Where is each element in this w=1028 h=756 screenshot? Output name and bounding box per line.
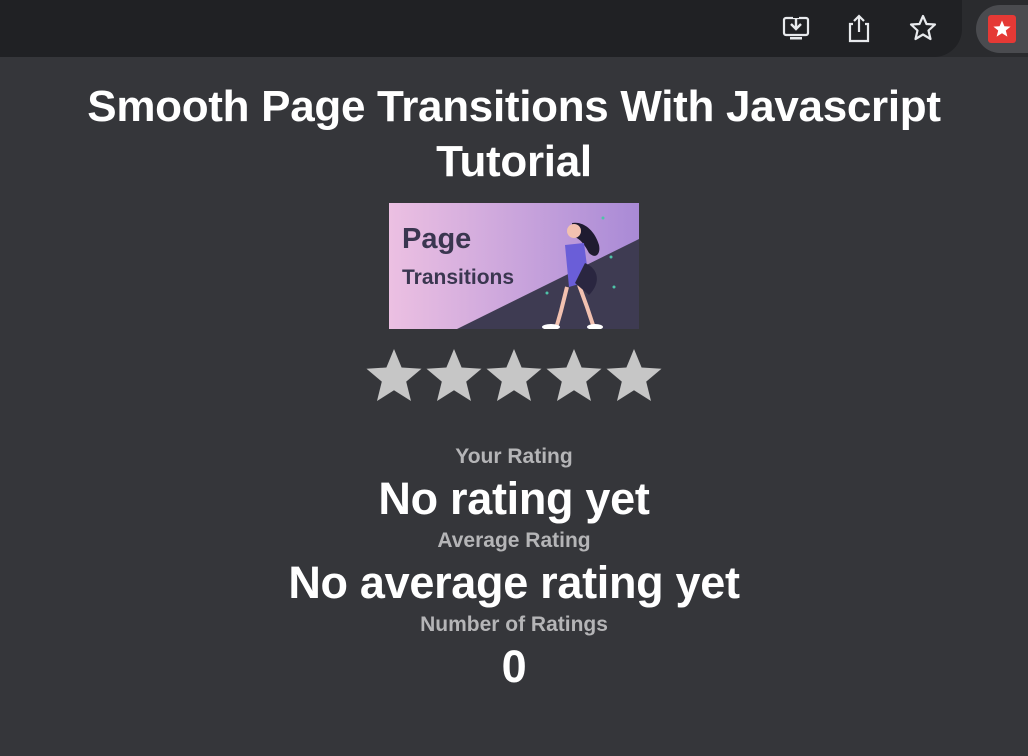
your-rating-label: Your Rating [455,445,573,468]
your-rating-value: No rating yet [378,473,650,524]
star-1-icon[interactable] [365,347,423,405]
average-rating-value: No average rating yet [288,557,740,608]
star-2-icon[interactable] [425,347,483,405]
browser-toolbar [0,0,1028,57]
install-icon[interactable] [780,12,812,44]
star-5-icon[interactable] [605,347,663,405]
thumbnail-title-line2: Transitions [402,266,515,289]
bookmark-star-icon[interactable] [907,12,939,44]
star-rating[interactable] [364,347,664,407]
star-4-icon[interactable] [545,347,603,405]
tutorial-thumbnail: Page Transitions [389,203,639,329]
star-3-icon[interactable] [485,347,543,405]
average-rating-label: Average Rating [437,529,591,552]
extension-star-icon [988,15,1016,43]
share-icon[interactable] [843,12,875,44]
thumbnail-title-line1: Page [402,223,472,255]
rating-count-label: Number of Ratings [420,613,608,636]
extension-button[interactable] [976,5,1028,53]
rating-count-value: 0 [501,641,527,692]
page-title: Smooth Page Transitions With Javascript … [87,82,941,186]
page-content: Smooth Page Transitions With Javascript … [0,57,1028,696]
toolbar-omnibox-area [0,0,962,57]
